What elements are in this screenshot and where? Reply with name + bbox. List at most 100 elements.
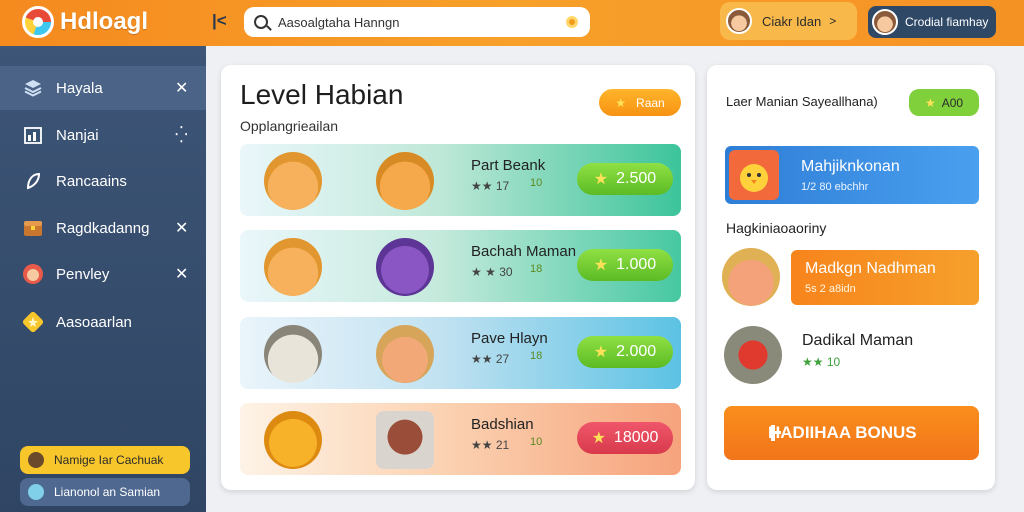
- price-button[interactable]: ★ 2.500: [577, 163, 673, 195]
- featured-card[interactable]: Mahjiknkonan 1/2 80 ebchhr: [725, 146, 979, 204]
- sidebar-item-label: Ragdkadanng: [56, 219, 150, 237]
- price-value: 2.500: [616, 170, 657, 187]
- monster-character-icon: [376, 238, 434, 296]
- close-icon[interactable]: ✕: [175, 218, 188, 238]
- list-item[interactable]: Badshian ★★ 21 10 ★ 18000: [240, 403, 681, 475]
- bonus-button[interactable]: HADIIHAA BONUS: [724, 406, 979, 460]
- list-item[interactable]: Pave Hlayn ★★ 27 18 ★ 2.000: [240, 317, 681, 389]
- points-badge[interactable]: ★ A00: [909, 89, 979, 116]
- avatar-icon: [22, 263, 44, 285]
- price-button[interactable]: ★ 1.000: [577, 249, 673, 281]
- sidebar-item-penvley[interactable]: Penvley ✕: [0, 252, 206, 296]
- offer-card[interactable]: Madkgn Nadhman 5s 2 a8idn: [791, 250, 979, 305]
- more-icon[interactable]: ⁛: [175, 125, 188, 145]
- list-item[interactable]: Part Beank ★★ 17 10 ★ 2.500: [240, 144, 681, 216]
- raan-button[interactable]: ★ Raan: [599, 89, 681, 116]
- item-title: Badshian: [471, 416, 534, 433]
- star-icon: ★: [591, 430, 606, 447]
- star-icon: [22, 311, 44, 333]
- offer-card-subtitle: 5s 2 a8idn: [805, 283, 856, 295]
- price-button[interactable]: ★ 2.000: [577, 336, 673, 368]
- star-icon: ★: [593, 171, 609, 188]
- chest-icon: [22, 217, 44, 239]
- item-rating: ★★ 21: [471, 438, 510, 452]
- gift-icon: [28, 452, 44, 468]
- item-count: 10: [530, 436, 543, 448]
- price-button[interactable]: ★ 18000: [577, 422, 673, 454]
- item-rating-value: 27: [495, 352, 510, 366]
- item-count: 18: [530, 350, 543, 362]
- collapse-sidebar-icon[interactable]: |<: [212, 11, 227, 31]
- explorer-character-icon: [376, 325, 434, 383]
- cat-character-icon: [264, 325, 322, 383]
- item-rating-value: 30: [499, 265, 513, 279]
- section-title: Hagkiniaoaoriny: [726, 220, 827, 236]
- user-profile-button[interactable]: Ciakr Idan >: [720, 2, 857, 40]
- item-title: Bachah Maman: [471, 243, 577, 260]
- item-rating-value: 21: [495, 438, 510, 452]
- app-logo[interactable]: [22, 6, 54, 38]
- sidebar-item-hayala[interactable]: Hayala ✕: [0, 66, 206, 110]
- price-value: 18000: [613, 429, 659, 446]
- cat-character-icon: [264, 238, 322, 296]
- avatar: [726, 8, 752, 34]
- close-icon[interactable]: ✕: [175, 264, 188, 284]
- explorer-character-icon: [722, 248, 780, 306]
- panel-header: Laer Manian Sayeallhana): [726, 94, 878, 109]
- cat-character-icon: [376, 152, 434, 210]
- app-brand: Hdloagl: [60, 8, 148, 35]
- close-icon[interactable]: ✕: [175, 78, 188, 98]
- offer-card-title: Madkgn Nadhman: [805, 260, 936, 277]
- leaf-icon: [22, 170, 44, 192]
- item-rating: ★★ 10: [802, 355, 841, 369]
- featured-card-subtitle: 1/2 80 ebchhr: [801, 181, 869, 193]
- sidebar-bottom-button-primary[interactable]: Namige Iar Cachuak: [20, 446, 190, 474]
- sidebar-bottom-button-secondary[interactable]: Lianonol an Samian: [20, 478, 190, 506]
- search-input[interactable]: [278, 14, 558, 30]
- cat-character-icon: [264, 152, 322, 210]
- item-title: Pave Hlayn: [471, 330, 548, 347]
- sidebar-item-label: Rancaains: [56, 172, 127, 190]
- star-icon: ★: [615, 95, 627, 110]
- clear-search-icon[interactable]: [566, 16, 578, 28]
- emoji-character-icon: [264, 411, 322, 469]
- page-subtitle: Opplangrieailan: [240, 118, 339, 134]
- star-icon: ★: [593, 344, 609, 361]
- sidebar-item-rancaains[interactable]: Rancaains: [0, 159, 206, 203]
- sidebar-item-label: Nanjai: [56, 126, 99, 144]
- sidebar-item-label: Penvley: [56, 265, 110, 283]
- search-bar[interactable]: [244, 7, 590, 37]
- item-count: 18: [530, 263, 543, 275]
- top-bar: Hdloagl |< Ciakr Idan > Crodial fiamhay: [0, 0, 1024, 46]
- item-title: Part Beank: [471, 157, 546, 174]
- sidebar-bottom-label: Namige Iar Cachuak: [54, 453, 164, 467]
- sidebar-item-nanjai[interactable]: Nanjai ⁛: [0, 113, 206, 157]
- star-icon: ★: [924, 95, 936, 110]
- bonus-button-label: HADIIHAA BONUS: [768, 423, 917, 442]
- item-count: 10: [530, 177, 543, 189]
- points-value: A00: [941, 95, 964, 110]
- page-title: Level Habian: [240, 79, 404, 110]
- sidebar-item-aasoaarlan[interactable]: Aasoaarlan: [0, 300, 206, 344]
- chick-character-icon: [729, 150, 779, 200]
- price-value: 1.000: [616, 256, 657, 273]
- item-title: Dadikal Maman: [802, 332, 914, 349]
- flag-icon: [771, 425, 781, 441]
- sidebar-item-ragdkadanng[interactable]: Ragdkadanng ✕: [0, 206, 206, 250]
- layers-icon: [22, 77, 44, 99]
- rewards-panel: Laer Manian Sayeallhana) ★ A00 Mahjiknko…: [707, 65, 995, 490]
- account-button[interactable]: Crodial fiamhay: [868, 6, 996, 38]
- sidebar-bottom-label: Lianonol an Samian: [54, 485, 161, 499]
- list-item[interactable]: Bachah Maman ★ ★ 30 18 ★ 1.000: [240, 230, 681, 302]
- food-plate-icon: [376, 411, 434, 469]
- raan-button-label: Raan: [636, 95, 665, 110]
- user-name: Ciakr Idan: [762, 13, 822, 29]
- cannon-icon: [724, 326, 782, 384]
- star-icon: ★: [593, 257, 609, 274]
- chart-icon: [22, 124, 44, 146]
- item-rating-value: 17: [495, 179, 510, 193]
- avatar: [872, 9, 898, 35]
- price-value: 2.000: [616, 343, 657, 360]
- level-panel: Level Habian Opplangrieailan ★ Raan Part…: [221, 65, 695, 490]
- sidebar-item-label: Aasoaarlan: [56, 313, 132, 331]
